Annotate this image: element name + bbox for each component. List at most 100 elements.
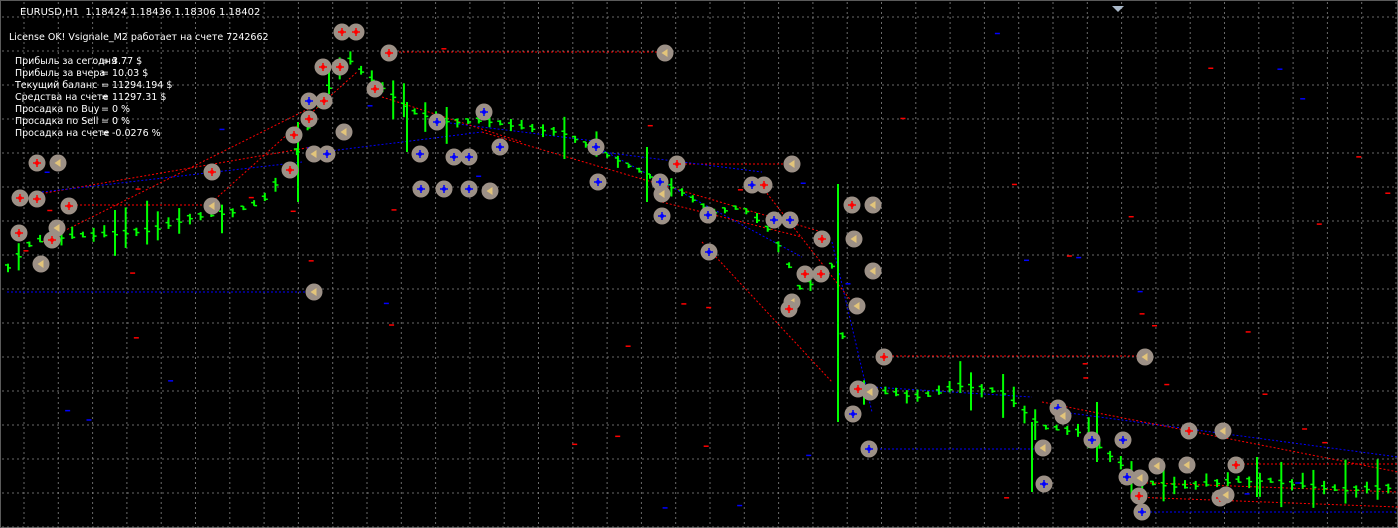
trade-open-red-plus-on-circle-icon [843, 196, 861, 214]
trade-open-blue-plus-on-circle-icon [844, 405, 862, 423]
trade-open-blue-plus-on-circle-icon [1133, 503, 1151, 521]
trade-close-left-arrow-icon [32, 255, 50, 273]
trade-close-left-arrow-icon [861, 383, 879, 401]
plus-dot [288, 168, 292, 172]
trade-close-left-arrow-icon [656, 44, 674, 62]
plus-dot [50, 238, 54, 242]
trade-open-red-plus-on-circle-icon [875, 348, 893, 366]
trade-open-blue-plus-on-circle-icon [1035, 475, 1053, 493]
trade-close-left-arrow-icon [848, 297, 866, 315]
chart-window[interactable]: EURUSD,H1 1.18424 1.18436 1.18306 1.1840… [0, 0, 1398, 528]
plus-dot [750, 183, 754, 187]
plus-dot [482, 110, 486, 114]
plus-dot [851, 412, 855, 416]
trade-open-blue-plus-on-circle-icon [860, 440, 878, 458]
trade-close-left-arrow-icon [1034, 439, 1052, 457]
trade-close-left-arrow-icon [1178, 456, 1196, 474]
stat-label: Прибыль за вчера [15, 68, 106, 79]
plus-dot [594, 145, 598, 149]
plus-dot [762, 183, 766, 187]
trade-open-blue-plus-on-circle-icon [1083, 431, 1101, 449]
trade-open-red-plus-on-circle-icon [755, 176, 773, 194]
stat-label: Просадка по Sell [15, 116, 99, 127]
trade-close-left-arrow-icon [1214, 422, 1232, 440]
stat-label: Просадка на счете [15, 128, 110, 139]
trade-open-red-plus-on-circle-icon [28, 154, 46, 172]
plus-dot [35, 197, 39, 201]
trade-open-red-plus-on-circle-icon [1180, 422, 1198, 440]
license-status: License OK! Vsignale_M2 работает на счет… [9, 32, 269, 43]
plus-dot [307, 99, 311, 103]
stat-label: Средства на счете [15, 92, 109, 103]
plus-dot [1140, 510, 1144, 514]
trade-open-blue-plus-on-circle-icon [318, 145, 336, 163]
trade-close-left-arrow-icon [49, 154, 67, 172]
trade-open-blue-plus-on-circle-icon [587, 138, 605, 156]
stat-value: = 11297.31 $ [101, 92, 167, 103]
stat-label: Просадка по Buy [15, 104, 100, 115]
plus-dot [803, 272, 807, 276]
plus-dot [787, 307, 791, 311]
trade-close-left-arrow-icon [48, 219, 66, 237]
plus-dot [373, 87, 377, 91]
price-chart-canvas[interactable] [2, 2, 1398, 528]
trade-open-blue-plus-on-circle-icon [412, 180, 430, 198]
plus-dot [210, 170, 214, 174]
trade-open-red-plus-on-circle-icon [10, 224, 28, 242]
plus-dot [338, 65, 342, 69]
plus-dot [322, 99, 326, 103]
trade-close-left-arrow-icon [1054, 407, 1072, 425]
plus-dot [354, 30, 358, 34]
trade-open-blue-plus-on-circle-icon [445, 148, 463, 166]
stat-value: = 10.03 $ [101, 68, 149, 79]
trade-open-blue-plus-on-circle-icon [491, 138, 509, 156]
plus-dot [819, 272, 823, 276]
trade-open-red-plus-on-circle-icon [314, 58, 332, 76]
stat-value: = 0 % [101, 116, 131, 127]
plus-dot [35, 161, 39, 165]
plus-dot [292, 133, 296, 137]
plus-dot [340, 30, 344, 34]
grid-lines [2, 2, 1398, 528]
trade-open-blue-plus-on-circle-icon [460, 180, 478, 198]
trade-open-red-plus-on-circle-icon [780, 300, 798, 318]
trade-open-blue-plus-on-circle-icon [589, 173, 607, 191]
trade-open-red-plus-on-circle-icon [285, 126, 303, 144]
trade-close-left-arrow-icon [864, 262, 882, 280]
trade-open-blue-plus-on-circle-icon [475, 103, 493, 121]
plus-dot [675, 162, 679, 166]
trade-open-red-plus-on-circle-icon [813, 230, 831, 248]
plus-dot [820, 237, 824, 241]
plus-dot [856, 387, 860, 391]
trade-close-left-arrow-icon [1217, 486, 1235, 504]
trade-close-left-arrow-icon [481, 182, 499, 200]
plus-dot [418, 152, 422, 156]
trade-open-blue-plus-on-circle-icon [699, 206, 717, 224]
trade-open-blue-plus-on-circle-icon [300, 92, 318, 110]
sell-trade-line [21, 146, 313, 198]
stat-value: = -0.0276 % [101, 128, 161, 139]
trade-open-red-plus-on-circle-icon [60, 197, 78, 215]
plus-dot [1187, 429, 1191, 433]
plus-dot [1137, 494, 1141, 498]
plus-dot [498, 145, 502, 149]
plus-dot [867, 447, 871, 451]
trade-open-blue-plus-on-circle-icon [435, 180, 453, 198]
trade-close-left-arrow-icon [1148, 457, 1166, 475]
plus-dot [788, 218, 792, 222]
plus-dot [596, 180, 600, 184]
plus-dot [658, 180, 662, 184]
plus-dot [442, 187, 446, 191]
trade-open-red-plus-on-circle-icon [366, 80, 384, 98]
plus-dot [1234, 463, 1238, 467]
trade-open-red-plus-on-circle-icon [203, 163, 221, 181]
plus-dot [850, 203, 854, 207]
trade-open-red-plus-on-circle-icon [28, 190, 46, 208]
chart-shift-triangle-down-icon[interactable] [1112, 6, 1124, 12]
trade-close-left-arrow-icon [203, 197, 221, 215]
trade-open-blue-plus-on-circle-icon [765, 211, 783, 229]
plus-dot [18, 196, 22, 200]
plus-dot [435, 120, 439, 124]
trade-close-left-arrow-icon [783, 155, 801, 173]
chart-header: EURUSD,H1 1.18424 1.18436 1.18306 1.1840… [20, 7, 261, 18]
